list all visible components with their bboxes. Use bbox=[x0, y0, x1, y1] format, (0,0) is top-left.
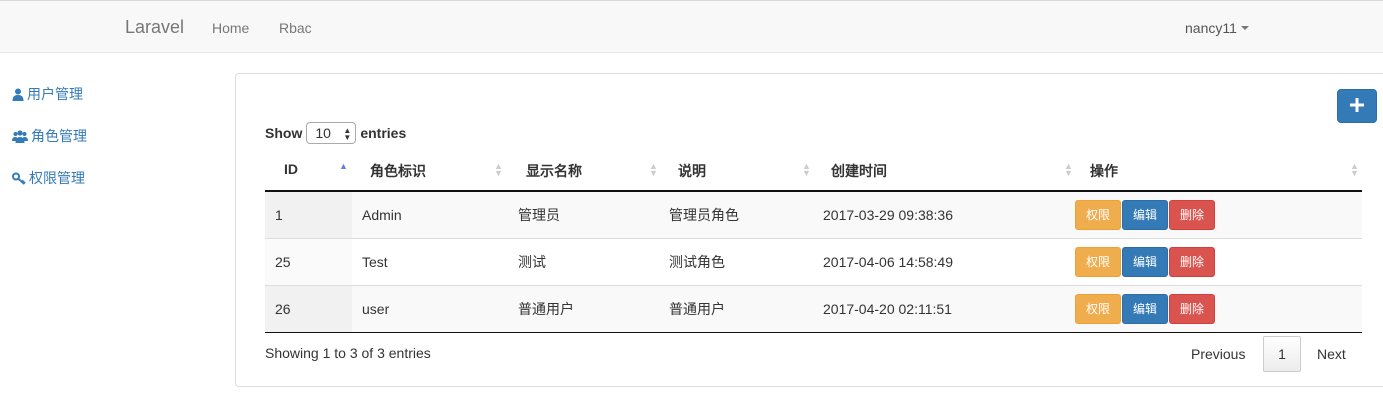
column-header-created-at[interactable]: 创建时间 ▲ ▼ bbox=[813, 148, 1075, 192]
sidebar-item-roles[interactable]: 角色管理 bbox=[12, 126, 87, 146]
delete-button[interactable]: 删除 bbox=[1169, 246, 1216, 277]
add-role-button[interactable] bbox=[1337, 89, 1377, 123]
cell-role-key: user bbox=[362, 300, 390, 317]
plus-icon bbox=[1350, 97, 1364, 115]
page-length-value: 10 bbox=[315, 125, 331, 141]
cell-id: 1 bbox=[275, 206, 283, 223]
edit-button[interactable]: 编辑 bbox=[1122, 293, 1169, 324]
delete-button[interactable]: 删除 bbox=[1169, 293, 1216, 324]
user-icon bbox=[12, 88, 24, 101]
nav-home-link[interactable]: Home bbox=[212, 20, 249, 36]
sort-both-icon: ▲ ▼ bbox=[649, 161, 658, 178]
cell-id: 26 bbox=[275, 300, 291, 317]
sidebar-item-permissions[interactable]: 权限管理 bbox=[12, 168, 85, 188]
cell-created-at: 2017-04-06 14:58:49 bbox=[823, 253, 953, 270]
key-icon bbox=[12, 172, 26, 185]
column-header-display-name[interactable]: 显示名称 ▲ ▼ bbox=[508, 148, 659, 192]
cell-created-at: 2017-03-29 09:38:36 bbox=[823, 206, 953, 223]
select-arrows-icon: ▲ ▼ bbox=[343, 126, 352, 142]
cell-display-name: 测试 bbox=[518, 253, 546, 270]
table-row: 1 Admin 管理员 管理员角色 2017-03-29 09:38:36 权限… bbox=[265, 191, 1362, 239]
sidebar-item-label: 用户管理 bbox=[27, 86, 83, 102]
sort-both-icon: ▲ ▼ bbox=[1064, 161, 1073, 178]
user-dropdown[interactable]: nancy11 bbox=[1185, 20, 1249, 36]
edit-button[interactable]: 编辑 bbox=[1122, 246, 1169, 277]
cell-created-at: 2017-04-20 02:11:51 bbox=[823, 300, 952, 317]
table-row: 25 Test 测试 测试角色 2017-04-06 14:58:49 权限 编辑… bbox=[265, 238, 1362, 286]
navbar-brand[interactable]: Laravel bbox=[125, 17, 184, 38]
sort-both-icon: ▲ ▼ bbox=[494, 161, 503, 178]
table-header-row: ID ▲ 角色标识 ▲ ▼ 显示名称 ▲ ▼ 说明 ▲ ▼ 创建时间 ▲ ▼ 操作 ▲ ▼ bbox=[265, 148, 1362, 192]
page-length-select[interactable]: 10 ▲ ▼ bbox=[306, 122, 357, 144]
permission-button[interactable]: 权限 bbox=[1075, 199, 1122, 230]
permission-button[interactable]: 权限 bbox=[1075, 246, 1122, 277]
edit-button[interactable]: 编辑 bbox=[1122, 199, 1169, 230]
user-name: nancy11 bbox=[1185, 20, 1237, 36]
pagination-page-current[interactable]: 1 bbox=[1263, 336, 1301, 372]
table-info: Showing 1 to 3 of 3 entries bbox=[265, 345, 431, 361]
delete-button[interactable]: 删除 bbox=[1169, 199, 1216, 230]
table-row: 26 user 普通用户 普通用户 2017-04-20 02:11:51 权限… bbox=[265, 285, 1362, 333]
top-navbar: Laravel Home Rbac nancy11 bbox=[0, 0, 1383, 53]
users-icon bbox=[12, 129, 28, 143]
cell-description: 普通用户 bbox=[669, 300, 725, 317]
pagination-next[interactable]: Next bbox=[1317, 336, 1346, 372]
length-prefix: Show bbox=[265, 125, 303, 141]
cell-display-name: 管理员 bbox=[518, 206, 560, 223]
pagination-previous[interactable]: Previous bbox=[1191, 336, 1245, 372]
sidebar-item-users[interactable]: 用户管理 bbox=[12, 84, 83, 104]
cell-description: 测试角色 bbox=[669, 253, 725, 270]
length-suffix: entries bbox=[360, 125, 407, 141]
column-header-actions[interactable]: 操作 ▲ ▼ bbox=[1075, 148, 1362, 192]
roles-table: ID ▲ 角色标识 ▲ ▼ 显示名称 ▲ ▼ 说明 ▲ ▼ 创建时间 ▲ ▼ 操作 ▲ ▼ bbox=[265, 148, 1362, 333]
caret-down-icon bbox=[1240, 26, 1249, 30]
column-header-id[interactable]: ID ▲ bbox=[265, 148, 352, 192]
cell-id: 25 bbox=[275, 253, 291, 270]
sort-both-icon: ▲ ▼ bbox=[1350, 161, 1359, 178]
permission-button[interactable]: 权限 bbox=[1075, 293, 1122, 324]
cell-role-key: Test bbox=[362, 253, 388, 270]
page-length-control: Show 10 ▲ ▼ entries bbox=[265, 122, 406, 144]
cell-display-name: 普通用户 bbox=[518, 300, 574, 317]
sort-asc-icon: ▲ bbox=[339, 161, 348, 171]
column-header-role-key[interactable]: 角色标识 ▲ ▼ bbox=[352, 148, 508, 192]
sidebar-item-label: 权限管理 bbox=[29, 170, 85, 186]
column-header-description[interactable]: 说明 ▲ ▼ bbox=[659, 148, 813, 192]
sort-both-icon: ▲ ▼ bbox=[802, 161, 811, 178]
cell-description: 管理员角色 bbox=[669, 206, 739, 223]
sidebar-item-label: 角色管理 bbox=[31, 128, 87, 144]
cell-role-key: Admin bbox=[362, 206, 402, 223]
nav-rbac-link[interactable]: Rbac bbox=[279, 20, 312, 36]
